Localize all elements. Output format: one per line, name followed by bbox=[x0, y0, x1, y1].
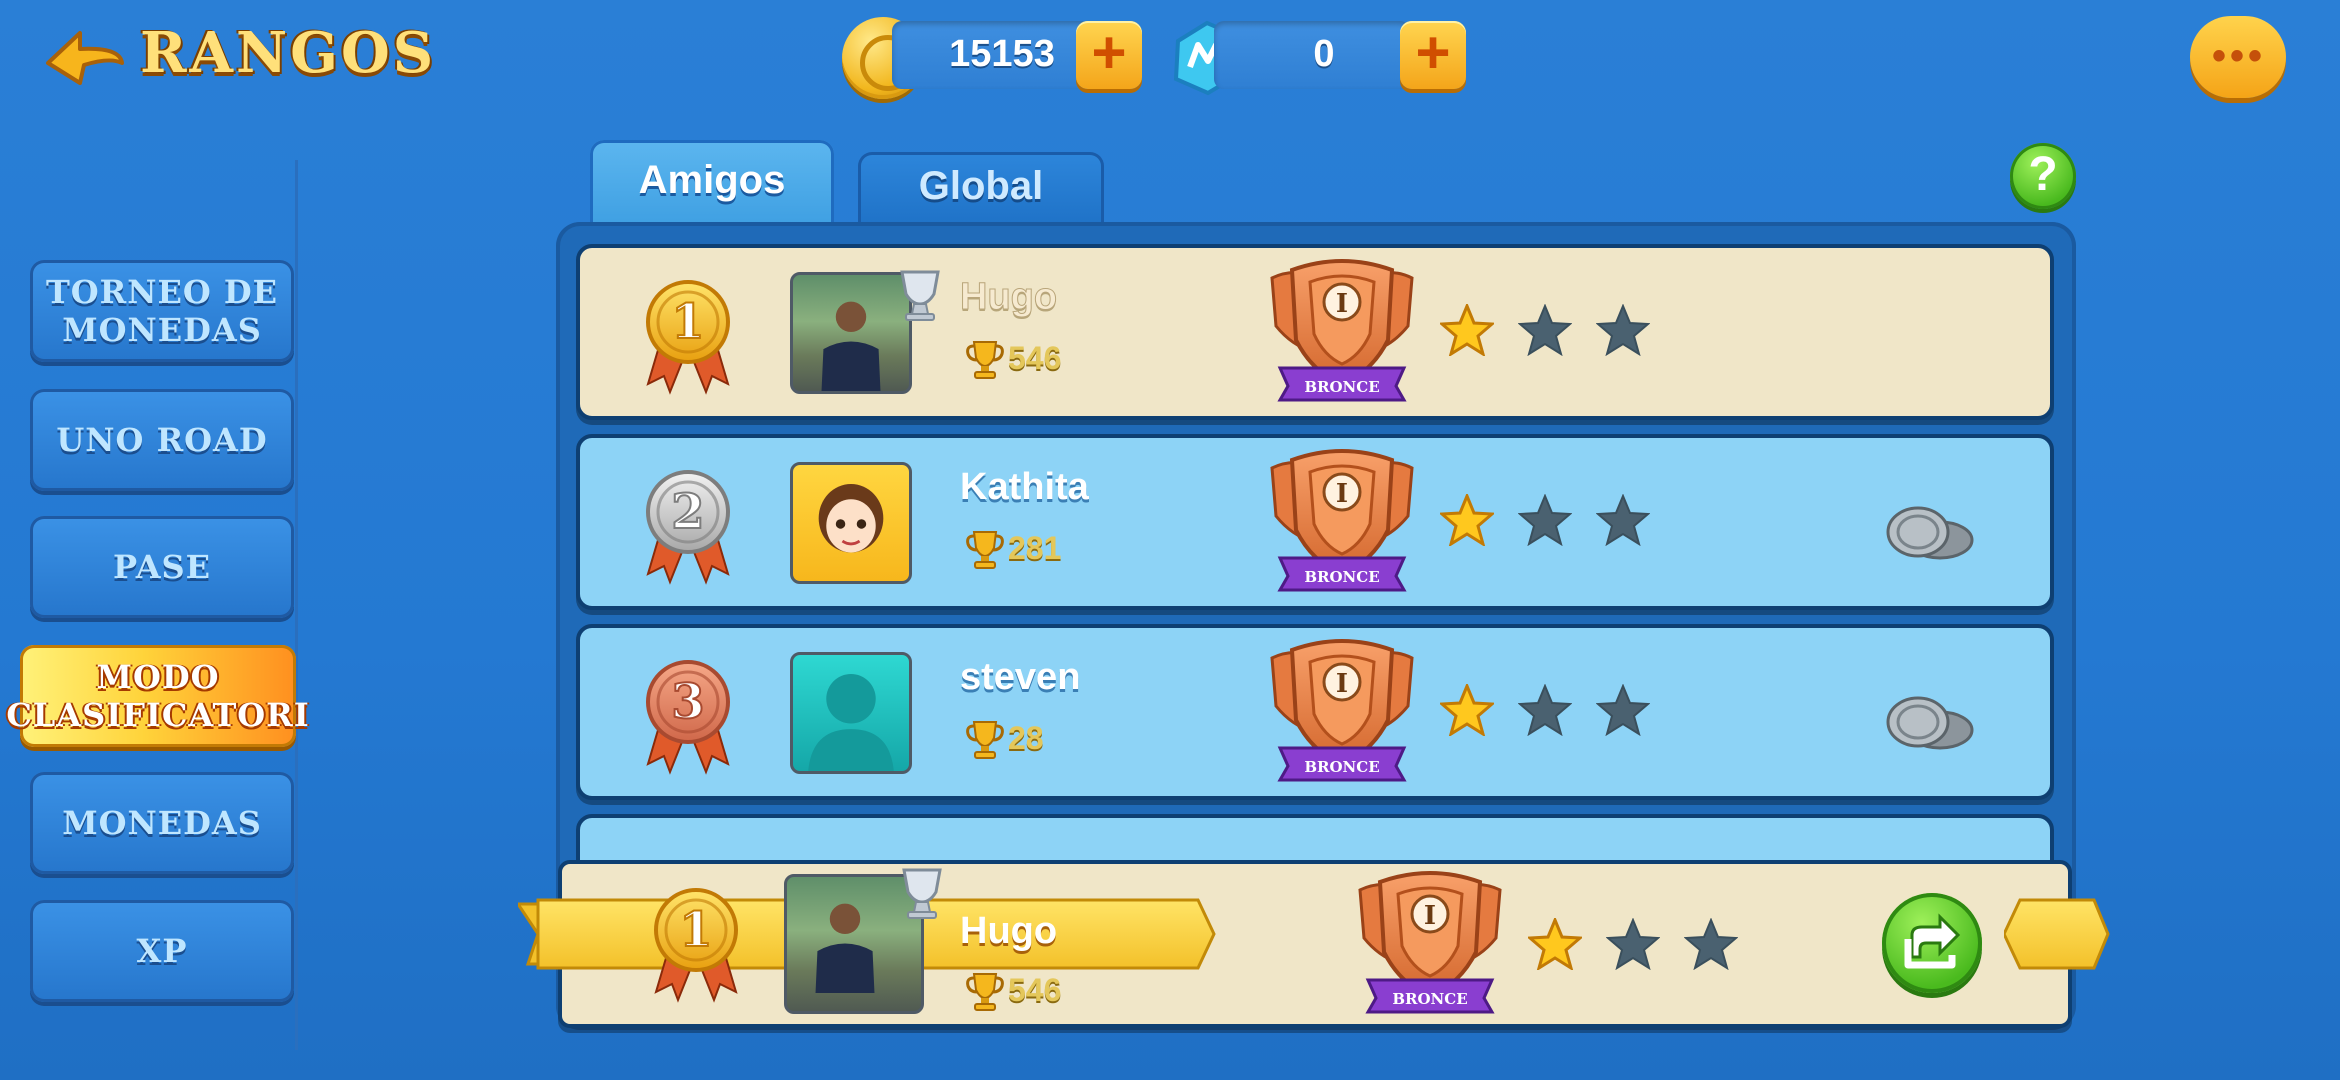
player-name: steven bbox=[960, 656, 1081, 698]
league-stars bbox=[1440, 494, 1650, 546]
gem-value: 0 bbox=[1313, 33, 1335, 75]
tab-amigos[interactable]: Amigos bbox=[590, 140, 834, 228]
league-badge-icon: I BRONCE bbox=[1270, 449, 1414, 592]
star-empty-icon bbox=[1685, 919, 1737, 969]
rank-number: 2 bbox=[671, 484, 704, 540]
rank-medal-icon: 1 bbox=[646, 280, 730, 395]
league-tier: I bbox=[1336, 479, 1348, 509]
sidebar-item-torneo-de-monedas[interactable]: TORNEO DE MONEDAS bbox=[30, 260, 294, 362]
league-tier: I bbox=[1336, 669, 1348, 699]
rank-medal-icon: 2 bbox=[646, 470, 730, 585]
player-name: Kathita bbox=[960, 466, 1089, 508]
player-name: Hugo bbox=[960, 910, 1058, 952]
league-name: BRONCE bbox=[1304, 378, 1379, 396]
rank-medal-icon: 3 bbox=[646, 660, 730, 775]
star-empty-icon bbox=[1597, 305, 1649, 355]
league-badge-icon: I BRONCE bbox=[1270, 639, 1414, 782]
sidebar-item-pase[interactable]: PASE bbox=[30, 516, 294, 618]
star-empty-icon bbox=[1519, 305, 1571, 355]
self-rank-content: 1 Hugo 546 I BRONCE bbox=[620, 860, 2060, 1028]
page-title: RANGOS bbox=[140, 20, 437, 86]
coin-balance: 15153 + bbox=[842, 17, 1142, 99]
share-icon bbox=[1904, 913, 1961, 969]
share-button[interactable] bbox=[1882, 893, 1982, 993]
tab-global[interactable]: Global bbox=[858, 152, 1104, 226]
league-badge-icon: I BRONCE bbox=[1358, 871, 1502, 1014]
leaderboard-row[interactable]: 3 steven 28 I BRONCE bbox=[576, 624, 2054, 800]
star-filled-icon bbox=[1440, 494, 1494, 546]
sidebar-divider bbox=[295, 160, 298, 1050]
rank-medal-icon: 1 bbox=[654, 888, 738, 1003]
rank-number: 1 bbox=[671, 294, 704, 350]
trophy-icon bbox=[966, 531, 1004, 569]
league-stars bbox=[1440, 684, 1650, 736]
star-empty-icon bbox=[1597, 685, 1649, 735]
help-button[interactable]: ? bbox=[2010, 143, 2076, 209]
leaderboard-row[interactable]: 2 Kathita 281 I BRONCE bbox=[576, 434, 2054, 610]
star-empty-icon bbox=[1607, 919, 1659, 969]
buy-coins-button[interactable]: + bbox=[1076, 21, 1142, 89]
sidebar-item-xp[interactable]: XP bbox=[30, 900, 294, 1002]
league-name: BRONCE bbox=[1392, 990, 1467, 1008]
league-stars bbox=[1528, 918, 1738, 970]
player-trophy-score: 281 bbox=[1008, 530, 1062, 566]
trophy-icon bbox=[966, 341, 1004, 379]
sidebar-item-monedas[interactable]: MONEDAS bbox=[30, 772, 294, 874]
sidebar-item-uno-road[interactable]: UNO ROAD bbox=[30, 389, 294, 491]
back-arrow-icon[interactable] bbox=[40, 25, 128, 97]
player-trophy-score: 546 bbox=[1008, 340, 1062, 376]
league-stars bbox=[1440, 304, 1650, 356]
player-name: Hugo bbox=[959, 276, 1058, 319]
star-empty-icon bbox=[1519, 495, 1571, 545]
silver-cup-icon bbox=[902, 868, 942, 919]
coin-value: 15153 bbox=[949, 33, 1055, 75]
star-empty-icon bbox=[1597, 495, 1649, 545]
player-trophy-score: 546 bbox=[1008, 972, 1062, 1008]
rank-number: 3 bbox=[671, 674, 704, 730]
chat-bubble-icon[interactable]: ••• bbox=[2190, 16, 2286, 98]
player-avatar[interactable] bbox=[790, 462, 912, 584]
chat-dots: ••• bbox=[2212, 34, 2267, 78]
star-empty-icon bbox=[1519, 685, 1571, 735]
star-filled-icon bbox=[1440, 684, 1494, 736]
leaderboard-row[interactable]: 1 Hugo 546 I BRONCE bbox=[576, 244, 2054, 420]
league-badge-icon: I BRONCE bbox=[1270, 259, 1414, 402]
coin-reward-icon[interactable] bbox=[1880, 694, 1976, 752]
league-tier: I bbox=[1424, 901, 1436, 931]
trophy-icon bbox=[966, 721, 1004, 759]
player-trophy-score: 28 bbox=[1008, 720, 1044, 756]
star-filled-icon bbox=[1440, 304, 1494, 356]
coin-reward-icon[interactable] bbox=[1880, 504, 1976, 562]
league-name: BRONCE bbox=[1304, 568, 1379, 586]
league-name: BRONCE bbox=[1304, 758, 1379, 776]
player-avatar[interactable] bbox=[790, 652, 912, 774]
buy-gems-button[interactable]: + bbox=[1400, 21, 1466, 89]
gem-balance: 0 + bbox=[1164, 21, 1468, 96]
silver-cup-icon bbox=[900, 270, 940, 321]
rank-number: 1 bbox=[679, 902, 712, 958]
star-filled-icon bbox=[1528, 918, 1582, 970]
league-tier: I bbox=[1336, 289, 1348, 319]
trophy-icon bbox=[966, 973, 1004, 1011]
sidebar-item-modo-clasificatori[interactable]: MODO CLASIFICATORI bbox=[6, 645, 309, 747]
